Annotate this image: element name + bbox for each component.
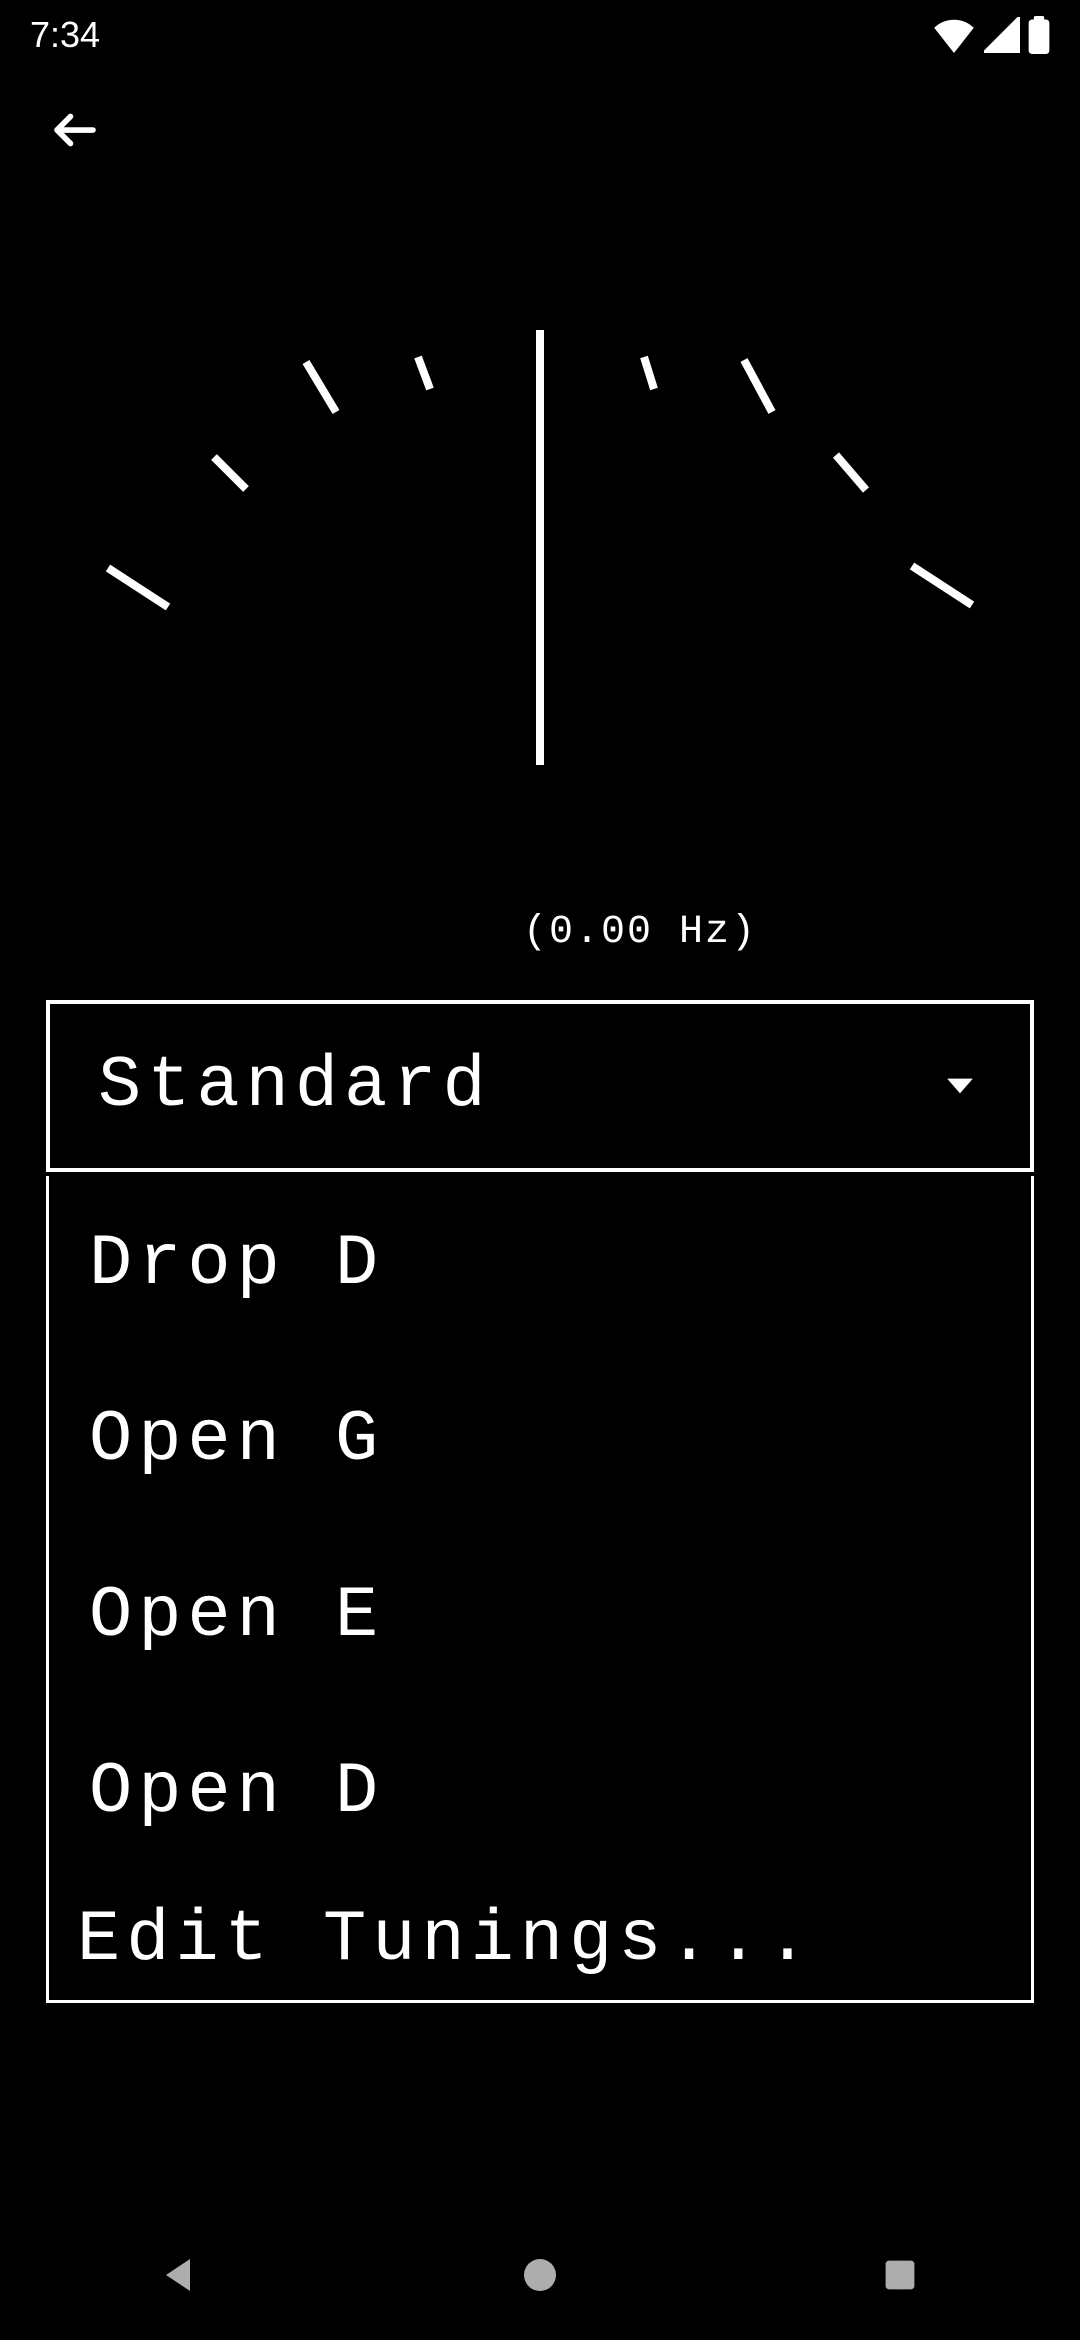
- circle-icon: [520, 2255, 560, 2295]
- cell-signal-icon: [984, 17, 1020, 53]
- back-button[interactable]: [40, 95, 110, 165]
- tuning-option-drop-d[interactable]: Drop D: [49, 1176, 1031, 1352]
- status-icons: [932, 16, 1050, 54]
- tuning-options-list: Drop D Open G Open E Open D Edit Tunings…: [46, 1176, 1034, 2003]
- tuning-option-edit[interactable]: Edit Tunings...: [49, 1880, 1031, 2000]
- tuning-option-open-e[interactable]: Open E: [49, 1528, 1031, 1704]
- status-time: 7:34: [30, 14, 100, 56]
- top-app-bar: [0, 70, 1080, 190]
- square-icon: [882, 2257, 918, 2293]
- gauge-dial-icon: [0, 190, 1080, 930]
- wifi-icon: [932, 17, 976, 53]
- tuning-option-open-d[interactable]: Open D: [49, 1704, 1031, 1880]
- tuning-select[interactable]: Standard: [46, 1000, 1034, 1172]
- option-label: Open E: [89, 1575, 384, 1657]
- option-label: Drop D: [89, 1223, 384, 1305]
- nav-recent-button[interactable]: [870, 2245, 930, 2305]
- nav-home-button[interactable]: [510, 2245, 570, 2305]
- tuner-gauge: [0, 190, 1080, 930]
- tuning-dropdown: Standard Drop D Open G Open E Open D Edi…: [46, 1000, 1034, 2003]
- frequency-readout: (0.00 Hz): [0, 910, 1080, 955]
- nav-back-button[interactable]: [150, 2245, 210, 2305]
- tuning-selected-label: Standard: [98, 1045, 492, 1127]
- chevron-down-icon: [938, 1064, 982, 1108]
- arrow-left-icon: [48, 103, 102, 157]
- battery-icon: [1028, 16, 1050, 54]
- system-nav-bar: [0, 2210, 1080, 2340]
- option-label: Open D: [89, 1751, 384, 1833]
- triangle-left-icon: [160, 2255, 200, 2295]
- tuning-option-open-g[interactable]: Open G: [49, 1352, 1031, 1528]
- option-label: Edit Tunings...: [77, 1899, 815, 1981]
- status-bar: 7:34: [0, 0, 1080, 70]
- option-label: Open G: [89, 1399, 384, 1481]
